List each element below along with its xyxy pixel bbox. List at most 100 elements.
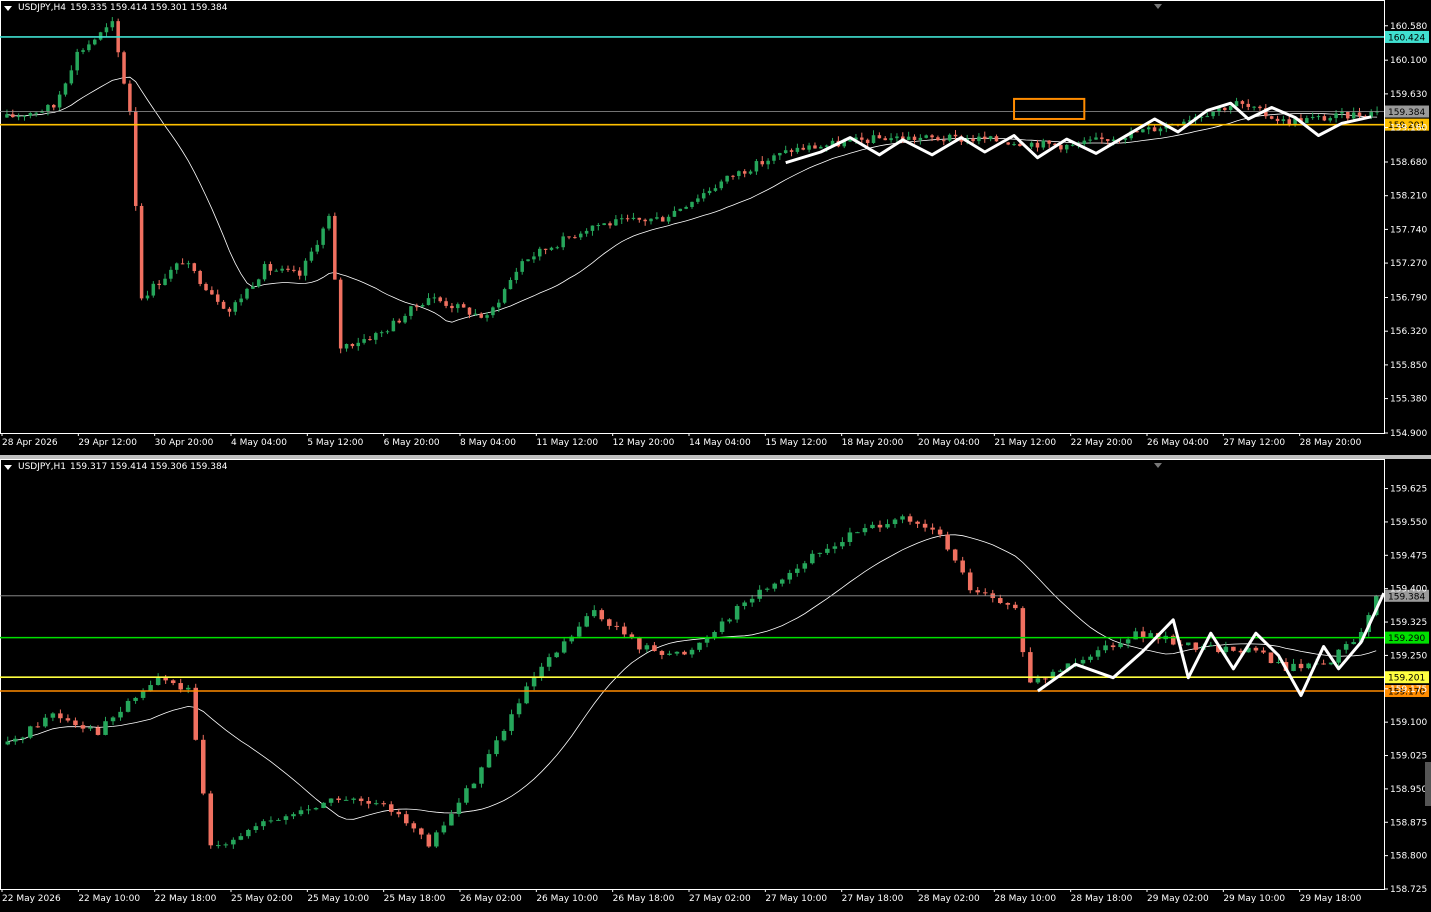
candle-body (13, 738, 18, 742)
candle (256, 278, 261, 288)
candle-body (748, 171, 753, 174)
candle (1152, 124, 1157, 132)
x-tick-label: 26 May 18:00 (613, 894, 675, 904)
x-tick-label: 15 May 12:00 (765, 438, 827, 448)
candle (343, 796, 349, 801)
candle (885, 519, 890, 529)
candle-body (193, 687, 198, 740)
candle (309, 247, 314, 263)
plot-frame (0, 459, 1385, 890)
candle (1158, 126, 1163, 136)
candle (742, 169, 747, 178)
candle (456, 798, 462, 817)
candle (840, 537, 845, 550)
h1-chart-pane[interactable]: 159.384 159.290 159.201 159.170 159.625 159.5… (0, 459, 1431, 912)
candle (233, 300, 238, 316)
shift-marker-icon (1154, 4, 1162, 9)
candle-body (832, 546, 838, 549)
scrollbar-handle[interactable] (1425, 762, 1431, 806)
candle (1064, 144, 1069, 154)
candle-body (426, 834, 432, 847)
candle (772, 582, 777, 592)
candle-body (368, 339, 372, 341)
candle (508, 277, 513, 290)
candle (1234, 97, 1239, 107)
candle-body (1268, 652, 1274, 664)
candle (16, 113, 21, 121)
candle (104, 23, 109, 37)
candle (276, 818, 281, 821)
candle-body (464, 788, 469, 803)
candle (561, 638, 567, 654)
candle-body (737, 171, 741, 177)
candle (81, 48, 85, 55)
candle (877, 132, 882, 139)
candle-body (50, 713, 56, 718)
candle-body (667, 653, 672, 655)
candle-body (619, 218, 624, 220)
candle-body (391, 320, 396, 332)
candle (246, 828, 251, 839)
dropdown-triangle-icon[interactable] (4, 5, 12, 11)
candle (1006, 141, 1010, 146)
dropdown-triangle-icon[interactable] (4, 464, 12, 470)
x-tick-label: 28 May 02:00 (918, 894, 980, 904)
candle-body (1258, 106, 1262, 109)
x-tick-label: 29 May 02:00 (1147, 894, 1209, 904)
candle (659, 649, 665, 660)
candle (315, 240, 320, 255)
candle (1253, 646, 1259, 653)
candle-body (524, 686, 529, 704)
candle-body (1100, 137, 1104, 140)
candle-body (870, 524, 875, 529)
candle-body (262, 264, 267, 280)
candle-body (1082, 140, 1087, 145)
candle-body (409, 306, 413, 316)
candle (1170, 634, 1176, 646)
h4-chart-pane[interactable]: 160.424 159.384 159.201 160.580 160.100 159.6… (0, 0, 1431, 455)
candle (637, 636, 642, 654)
candle-body (46, 104, 50, 112)
h4-chart-canvas[interactable]: 160.424159.384159.201160.580160.100159.6… (0, 0, 1431, 455)
candle-body (930, 527, 935, 530)
candle (637, 217, 642, 223)
candle-body (684, 206, 688, 209)
candle-body (485, 315, 489, 318)
candle-body (1253, 647, 1259, 651)
x-tick-label: 29 May 10:00 (1223, 894, 1285, 904)
candle-body (713, 188, 718, 191)
candle (93, 38, 97, 46)
candle (546, 653, 552, 671)
candle-body (328, 798, 334, 803)
candle (180, 258, 185, 265)
candle (1103, 640, 1108, 654)
candle-body (754, 161, 759, 172)
candle-body (1328, 118, 1332, 121)
candle (855, 531, 860, 534)
y-tick-label: 159.025 (1390, 752, 1427, 762)
candle (57, 91, 62, 111)
candle-body (967, 572, 973, 591)
candle-body (795, 568, 800, 573)
x-tick-label: 11 May 12:00 (536, 438, 598, 448)
candle-body (742, 602, 747, 607)
candle (877, 520, 883, 532)
candle-body (1141, 129, 1145, 133)
candle-body (336, 798, 341, 801)
candle-body (298, 810, 304, 815)
candle-body (441, 825, 447, 833)
candle-body (625, 218, 630, 220)
candle-body (396, 811, 402, 815)
h1-chart-canvas[interactable]: 159.384159.290159.201159.170159.625159.5… (0, 459, 1431, 912)
candle (737, 170, 741, 180)
candle-body (573, 237, 577, 239)
candle (22, 115, 27, 121)
candle (912, 134, 917, 144)
candle (441, 821, 447, 835)
candle-body (895, 136, 899, 139)
candle-body (118, 711, 123, 718)
candle (52, 104, 56, 111)
candle-body (871, 135, 876, 144)
candle-body (546, 657, 552, 667)
x-tick-label: 29 May 18:00 (1300, 894, 1362, 904)
